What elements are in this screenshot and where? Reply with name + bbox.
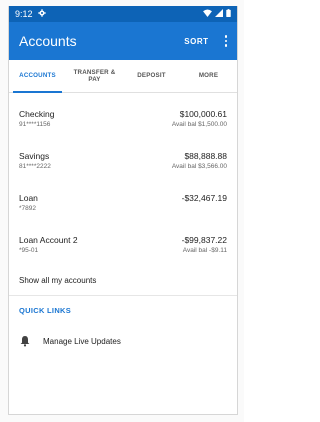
- account-row-loan[interactable]: Loan -$32,467.19 *7892: [9, 181, 237, 223]
- settings-gear-icon: [37, 9, 46, 19]
- signal-icon: [215, 9, 223, 19]
- more-vert-icon[interactable]: [223, 33, 230, 49]
- bell-icon: [19, 335, 31, 347]
- account-row-checking[interactable]: Checking $100,000.61 91****1156 Avail ba…: [9, 97, 237, 139]
- phone-screen: 9:12 Accounts SORT ACCOUNTS TRANSFER & P…: [8, 6, 238, 415]
- account-name: Loan Account 2: [19, 234, 78, 245]
- show-all-accounts-link[interactable]: Show all my accounts: [9, 265, 237, 296]
- tab-transfer-pay[interactable]: TRANSFER & PAY: [66, 60, 123, 92]
- account-number: *7892: [19, 204, 36, 212]
- tab-deposit[interactable]: DEPOSIT: [123, 60, 180, 92]
- quick-link-label: Manage Live Updates: [43, 336, 121, 346]
- status-bar: 9:12: [9, 6, 237, 22]
- account-name: Loan: [19, 192, 38, 203]
- available-balance: Avail bal $3,566.00: [171, 162, 227, 170]
- sort-button[interactable]: SORT: [184, 37, 208, 46]
- quick-links-header: QUICK LINKS: [19, 305, 72, 315]
- page-title: Accounts: [19, 33, 77, 49]
- tab-accounts[interactable]: ACCOUNTS: [9, 60, 66, 93]
- account-row-savings[interactable]: Savings $88,888.88 81****2222 Avail bal …: [9, 139, 237, 181]
- quick-link-manage-live-updates[interactable]: Manage Live Updates: [9, 324, 237, 358]
- account-number: *95-01: [19, 246, 39, 254]
- battery-icon: [226, 9, 231, 19]
- account-balance: -$99,837.22: [181, 234, 227, 245]
- available-balance: Avail bal $1,500.00: [171, 120, 227, 128]
- account-balance: $100,000.61: [179, 108, 227, 119]
- account-balance: -$32,467.19: [181, 192, 227, 203]
- account-name: Checking: [19, 108, 55, 119]
- app-bar: Accounts SORT: [9, 22, 237, 60]
- screen: 9:12 Accounts SORT ACCOUNTS TRANSFER & P…: [0, 0, 244, 422]
- account-balance: $88,888.88: [184, 150, 227, 161]
- account-number: 81****2222: [19, 162, 51, 170]
- tab-more[interactable]: MORE: [180, 60, 237, 92]
- account-row-loan-account-2[interactable]: Loan Account 2 -$99,837.22 *95-01 Avail …: [9, 223, 237, 265]
- tab-bar: ACCOUNTS TRANSFER & PAY DEPOSIT MORE: [9, 60, 237, 93]
- wifi-icon: [203, 9, 212, 19]
- status-time: 9:12: [15, 9, 33, 19]
- account-number: 91****1156: [19, 120, 51, 128]
- available-balance: Avail bal -$9.11: [182, 246, 227, 254]
- account-name: Savings: [19, 150, 50, 161]
